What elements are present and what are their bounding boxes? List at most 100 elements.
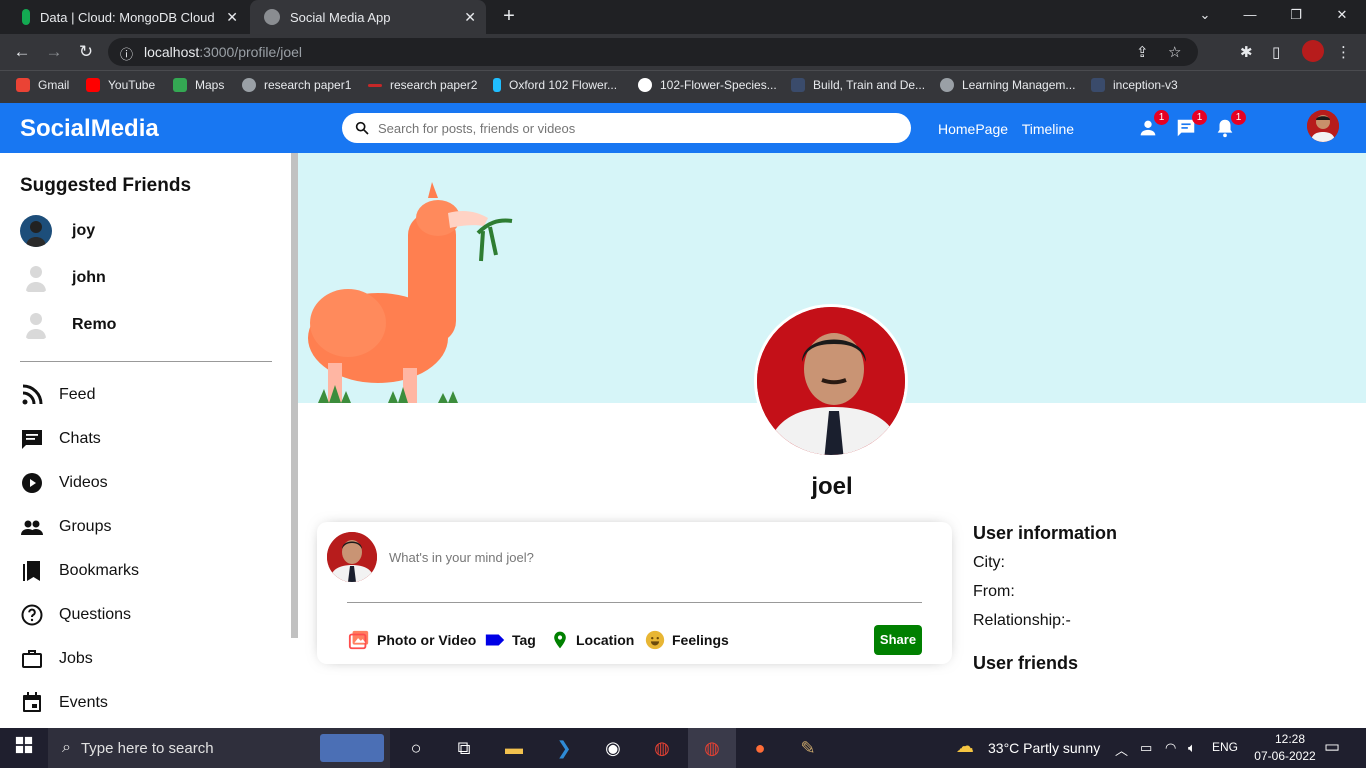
sidebar-item-chats[interactable]: Chats <box>20 427 101 451</box>
bookmark-youtube[interactable]: YouTube <box>86 78 155 92</box>
minimize-button[interactable]: — <box>1228 0 1272 30</box>
windows-start-icon[interactable] <box>12 736 36 760</box>
postman-icon[interactable]: ● <box>748 736 772 760</box>
tab-mongodb[interactable]: Data | Cloud: MongoDB Cloud ✕ <box>8 0 248 34</box>
sidebar-item-groups[interactable]: Groups <box>20 515 111 539</box>
bookmark-label: research paper2 <box>390 78 478 92</box>
file-explorer-icon[interactable]: ▬ <box>502 736 526 760</box>
close-tab-icon[interactable]: ✕ <box>226 9 238 26</box>
wifi-icon[interactable]: ◠ <box>1165 740 1176 756</box>
tray-expand-icon[interactable]: ︿ <box>1115 740 1128 759</box>
app-topbar: SocialMedia HomePage Timeline 1 1 1 <box>0 103 1366 153</box>
tds-icon <box>791 78 805 92</box>
homepage-link[interactable]: HomePage <box>938 121 1008 137</box>
notifications-button[interactable]: 1 <box>1214 110 1246 139</box>
option-label: Photo or Video <box>377 632 477 648</box>
profile-avatar[interactable] <box>1302 40 1324 62</box>
friend-name: john <box>72 269 106 286</box>
bookmark-oxford[interactable]: Oxford 102 Flower... <box>493 78 617 92</box>
close-window-button[interactable]: ✕ <box>1320 0 1364 30</box>
sidebar-item-label: Events <box>59 694 108 711</box>
bookmark-research-paper1[interactable]: research paper1 <box>242 78 351 92</box>
search-input[interactable] <box>378 120 858 136</box>
user-friends-title: User friends <box>973 653 1079 673</box>
profile-picture[interactable] <box>754 304 908 458</box>
restore-button[interactable]: ❐ <box>1274 0 1318 30</box>
bookmark-gmail[interactable]: Gmail <box>16 78 69 92</box>
bookmark-build-train[interactable]: Build, Train and De... <box>791 78 925 92</box>
chrome-active-icon[interactable]: ◍ <box>688 728 736 768</box>
feelings-option[interactable]: Feelings <box>644 629 729 651</box>
search-bar[interactable] <box>342 113 911 143</box>
help-circle-icon <box>21 604 43 626</box>
bookmark-github[interactable]: 102-Flower-Species... <box>638 78 777 92</box>
close-tab-icon[interactable]: ✕ <box>464 9 476 26</box>
reload-icon[interactable]: ↻ <box>75 42 97 62</box>
user-avatar[interactable] <box>1307 110 1339 142</box>
sidebar-item-bookmarks[interactable]: Bookmarks <box>20 559 139 583</box>
volume-icon[interactable]: 🔈︎ <box>1188 740 1196 756</box>
sidebar-item-videos[interactable]: Videos <box>20 471 108 495</box>
location-option[interactable]: Location <box>550 629 634 651</box>
clock-time[interactable]: 12:28 <box>1262 732 1318 746</box>
tab-search-icon[interactable]: ⌄ <box>1183 0 1227 30</box>
edge-icon[interactable]: ◉ <box>601 736 625 760</box>
messages-button[interactable]: 1 <box>1175 110 1207 139</box>
sidebar-item-questions[interactable]: Questions <box>20 603 131 627</box>
sidebar-item-feed[interactable]: Feed <box>20 383 95 407</box>
bookmark-inception[interactable]: inception-v3 <box>1091 78 1178 92</box>
youtube-icon <box>86 78 100 92</box>
notification-center-icon[interactable]: ▭ <box>1324 737 1340 757</box>
friend-requests-button[interactable]: 1 <box>1137 110 1169 139</box>
sidebar-item-jobs[interactable]: Jobs <box>20 647 93 671</box>
friend-item-john[interactable]: john <box>20 262 106 294</box>
share-input[interactable]: What's in your mind joel? <box>389 550 534 565</box>
chrome-icon[interactable]: ◍ <box>650 736 674 760</box>
timeline-link[interactable]: Timeline <box>1022 121 1074 137</box>
clock-date[interactable]: 07-06-2022 <box>1250 749 1320 763</box>
share-divider <box>347 602 922 603</box>
weather-text[interactable]: 33°C Partly sunny <box>988 740 1100 756</box>
tds-icon <box>1091 78 1105 92</box>
taskbar-search[interactable]: ⌕ Type here to search <box>48 728 390 768</box>
back-icon[interactable]: ← <box>11 42 33 62</box>
url-path: :3000/profile/joel <box>199 44 303 60</box>
globe-icon <box>242 78 256 92</box>
llama-illustration <box>308 182 513 403</box>
extensions-icon[interactable]: ✱ <box>1240 43 1253 61</box>
bookmark-label: research paper1 <box>264 78 352 92</box>
option-label: Location <box>576 632 635 648</box>
bookmarks-icon <box>23 561 40 581</box>
site-info-icon[interactable]: ⓘ <box>120 44 133 63</box>
sidebar-scrollbar[interactable] <box>291 153 298 638</box>
tab-social-media-app[interactable]: Social Media App ✕ <box>250 0 486 34</box>
paint-icon[interactable]: ✎ <box>796 736 820 760</box>
bookmark-star-icon[interactable]: ☆ <box>1168 43 1181 61</box>
friend-requests-badge: 1 <box>1154 110 1169 125</box>
cortana-icon[interactable]: ○ <box>404 736 428 760</box>
menu-icon[interactable]: ⋮ <box>1336 43 1351 61</box>
task-view-icon[interactable]: ⧉ <box>452 736 476 760</box>
friend-item-remo[interactable]: Remo <box>20 309 116 341</box>
bookmark-learning[interactable]: Learning Managem... <box>940 78 1075 92</box>
smiley-icon <box>645 630 665 650</box>
url-bar[interactable]: ⓘ localhost:3000/profile/joel <box>108 38 1198 66</box>
share-button[interactable]: Share <box>874 625 922 655</box>
friend-item-joy[interactable]: joy <box>20 215 95 247</box>
language-indicator[interactable]: ENG <box>1212 740 1238 754</box>
tag-option[interactable]: Tag <box>484 629 536 651</box>
photo-video-option[interactable]: Photo or Video <box>347 629 476 651</box>
sidebar-item-events[interactable]: Events <box>20 691 108 715</box>
new-tab-button[interactable]: + <box>498 5 520 27</box>
bookmark-research-paper2[interactable]: research paper2 <box>368 78 477 92</box>
top-nav-links: HomePage Timeline <box>938 121 1084 137</box>
profile-name: joel <box>811 473 853 500</box>
play-circle-icon <box>22 473 42 493</box>
vscode-icon[interactable]: ❯ <box>552 736 576 760</box>
app-logo[interactable]: SocialMedia <box>20 115 159 143</box>
battery-icon[interactable]: ▭ <box>1140 740 1152 756</box>
share-page-icon[interactable]: ⇪ <box>1136 43 1149 61</box>
bookmark-maps[interactable]: Maps <box>173 78 224 92</box>
side-panel-icon[interactable]: ▯ <box>1272 43 1280 61</box>
forward-icon[interactable]: → <box>43 42 65 62</box>
